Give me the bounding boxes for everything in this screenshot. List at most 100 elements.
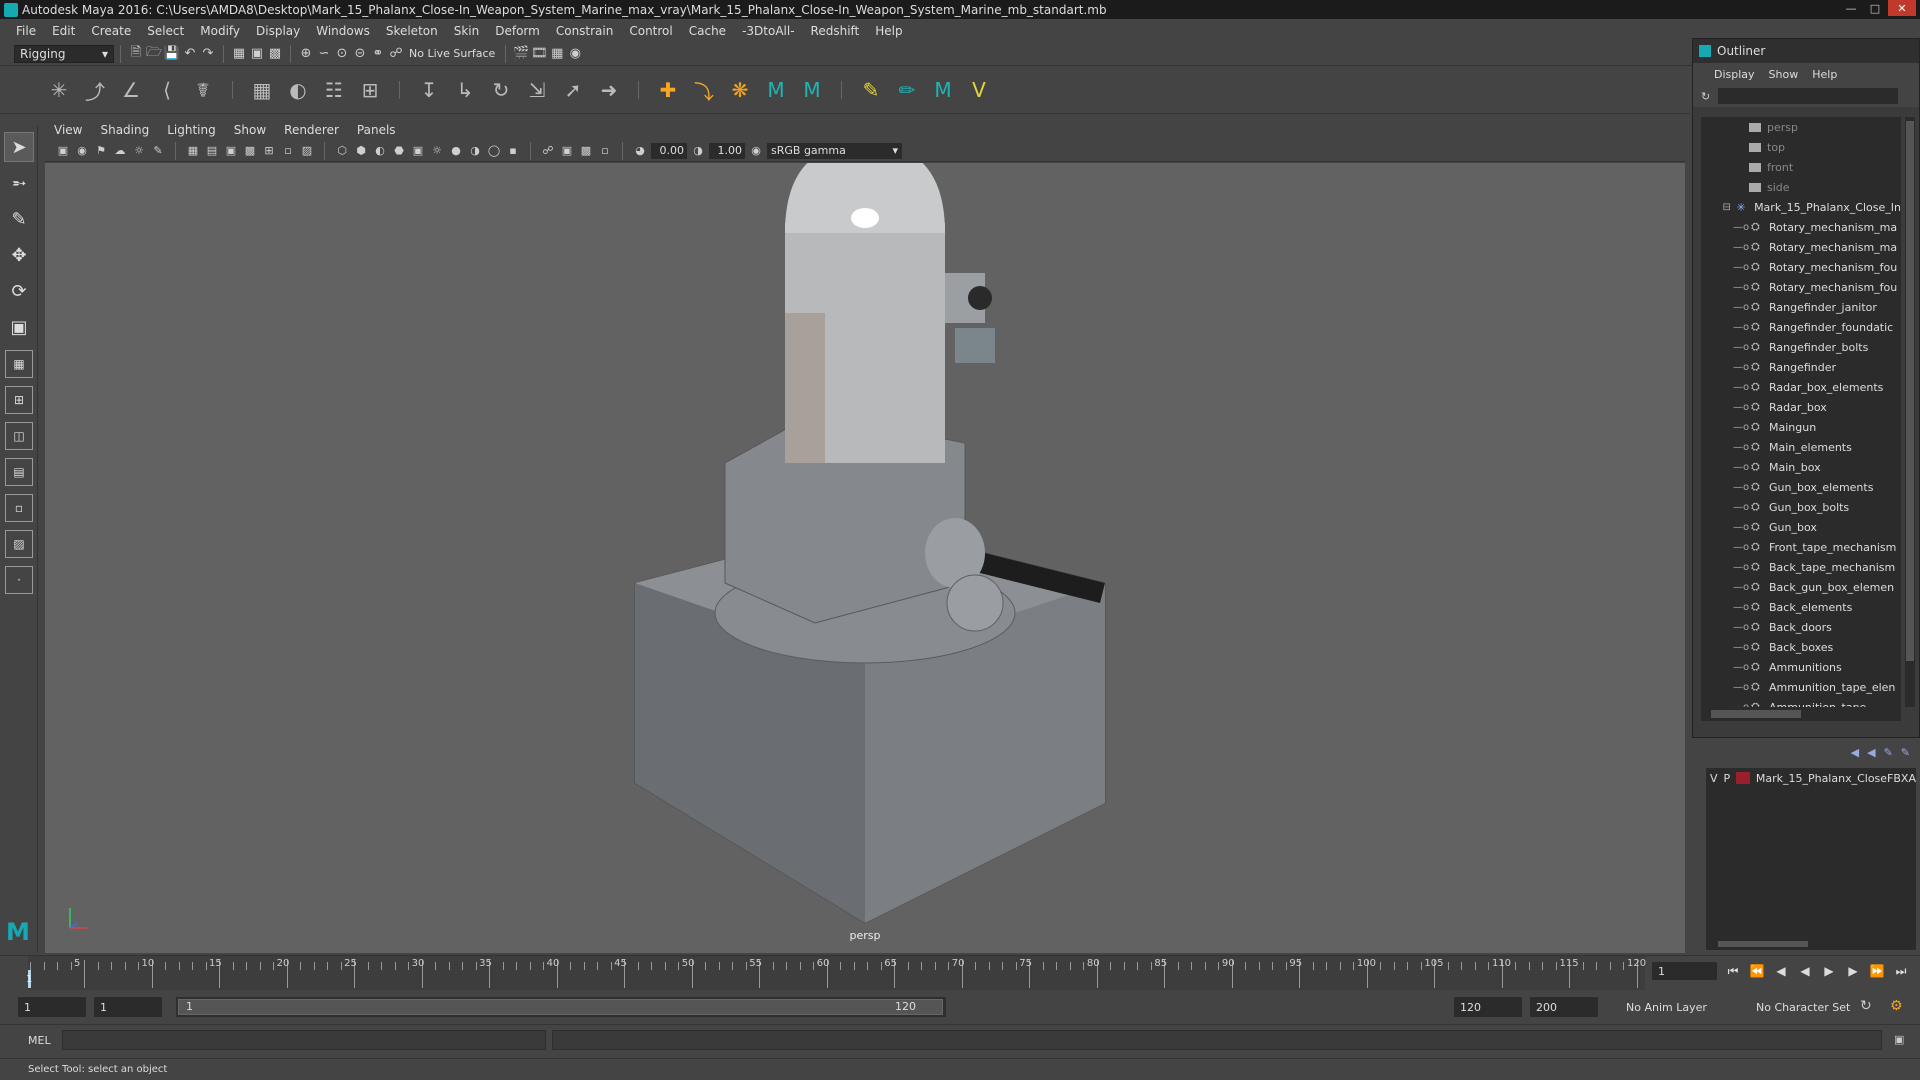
outliner-child-item[interactable]: —o ⛭ Rotary_mechanism_ma	[1701, 237, 1901, 257]
joint-tool-icon[interactable]: ✳	[46, 77, 72, 103]
outliner-child-item[interactable]: —o ⛭ Maingun	[1701, 417, 1901, 437]
new-layer-selected-icon[interactable]: ✎	[1901, 746, 1910, 759]
menu-skin[interactable]: Skin	[446, 24, 488, 38]
ambient-occlusion-icon[interactable]: ●	[448, 143, 464, 159]
command-language-label[interactable]: MEL	[28, 1034, 51, 1047]
maximize-button[interactable]: □	[1864, 0, 1886, 16]
layer-playback-toggle[interactable]: P	[1724, 772, 1731, 785]
outliner-camera-item[interactable]: side	[1701, 177, 1901, 197]
lattice-icon[interactable]: ▦	[249, 77, 275, 103]
move-tool-icon[interactable]: ✥	[4, 240, 34, 270]
viewport-persp[interactable]: persp	[45, 163, 1685, 953]
scroll-thumb[interactable]	[1711, 710, 1801, 718]
pole-vector-icon[interactable]: ➜	[596, 77, 622, 103]
play-forwards-icon[interactable]: ▶	[1821, 963, 1837, 979]
paint-weights-icon[interactable]: ✎	[858, 77, 884, 103]
undo-icon[interactable]: ↶	[181, 45, 199, 63]
smooth-bind-icon[interactable]: ✏	[894, 77, 920, 103]
menu-cache[interactable]: Cache	[681, 24, 734, 38]
hik-icon[interactable]: M	[930, 77, 956, 103]
move-layer-up-icon[interactable]: ◀	[1851, 746, 1859, 759]
layout-single-icon[interactable]: ▦	[5, 350, 33, 378]
viewport-menu-shading[interactable]: Shading	[91, 123, 158, 137]
menu-redshift[interactable]: Redshift	[803, 24, 868, 38]
outliner-child-item[interactable]: —o ⛭ Gun_box_bolts	[1701, 497, 1901, 517]
outliner-child-item[interactable]: —o ⛭ Ammunition_tape_elen	[1701, 677, 1901, 697]
outliner-child-item[interactable]: —o ⛭ Back_boxes	[1701, 637, 1901, 657]
color-space-dropdown[interactable]: sRGB gamma ▾	[767, 142, 902, 159]
outliner-child-item[interactable]: —o ⛭ Rangefinder_janitor	[1701, 297, 1901, 317]
scale-constraint-icon[interactable]: ⇲	[524, 77, 550, 103]
menu-control[interactable]: Control	[621, 24, 680, 38]
outliner-child-item[interactable]: —o ⛭ Ammunition_tape	[1701, 697, 1901, 707]
layer-hscrollbar[interactable]	[1706, 938, 1916, 950]
paint-select-icon[interactable]: ✎	[4, 204, 34, 234]
ik-handle-icon[interactable]: ∠	[118, 77, 144, 103]
menu-modify[interactable]: Modify	[192, 24, 248, 38]
scroll-thumb[interactable]	[1718, 941, 1808, 947]
scale-tool-icon[interactable]: ▣	[4, 312, 34, 342]
resolution-gate-icon[interactable]: ▣	[223, 143, 239, 159]
sculpt-icon[interactable]: ◐	[285, 77, 311, 103]
exposure-field[interactable]: 0.00	[651, 142, 687, 159]
gamma-field[interactable]: 1.00	[709, 142, 745, 159]
outliner-child-item[interactable]: —o ⛭ Radar_box	[1701, 397, 1901, 417]
new-layer-icon[interactable]: ✎	[1884, 746, 1893, 759]
play-backwards-icon[interactable]: ◀	[1797, 963, 1813, 979]
outliner-child-item[interactable]: —o ⛭ Radar_box_elements	[1701, 377, 1901, 397]
move-layer-down-icon[interactable]: ◀	[1867, 746, 1875, 759]
outliner-child-item[interactable]: —o ⛭ Rotary_mechanism_ma	[1701, 217, 1901, 237]
outliner-hscrollbar[interactable]	[1701, 707, 1901, 721]
start-time-field[interactable]: 1	[18, 997, 86, 1017]
outliner-titlebar[interactable]: Outliner	[1693, 39, 1919, 63]
outliner-child-item[interactable]: —o ⛭ Back_doors	[1701, 617, 1901, 637]
menu-display[interactable]: Display	[248, 24, 308, 38]
outliner-child-item[interactable]: —o ⛭ Main_elements	[1701, 437, 1901, 457]
field-chart-icon[interactable]: ⊞	[261, 143, 277, 159]
motion-blur-icon[interactable]: ◑	[467, 143, 483, 159]
command-input[interactable]	[62, 1030, 546, 1050]
step-back-key-icon[interactable]: ⏪	[1749, 963, 1765, 979]
outliner-child-item[interactable]: —o ⛭ Rangefinder_bolts	[1701, 337, 1901, 357]
lasso-tool-icon[interactable]: ➵	[4, 168, 34, 198]
range-slider[interactable]: 1 120	[176, 997, 946, 1017]
go-to-start-icon[interactable]: ⏮	[1725, 963, 1741, 979]
viewport-menu-lighting[interactable]: Lighting	[158, 123, 225, 137]
phalanx-model[interactable]	[585, 163, 1185, 933]
pan-zoom-icon[interactable]: ☼	[131, 143, 147, 159]
outliner-child-item[interactable]: —o ⛭ Main_box	[1701, 457, 1901, 477]
wrap-icon[interactable]: ☷	[321, 77, 347, 103]
collapse-icon[interactable]: ⊟	[1717, 197, 1736, 217]
wireframe-on-shaded-icon[interactable]: ◐	[372, 143, 388, 159]
outliner-child-item[interactable]: —o ⛭ Rotary_mechanism_fou	[1701, 277, 1901, 297]
time-slider-track[interactable]: 5 10 15 20 25 30 35 40 45 50 55 60 65 70 75 80 85 90 95 100…	[28, 956, 1646, 990]
hypershade-icon[interactable]: ◉	[566, 45, 584, 63]
select-tool-icon[interactable]: ➤	[4, 132, 34, 162]
step-back-frame-icon[interactable]: ◀	[1773, 963, 1789, 979]
v-tool-icon[interactable]: V	[966, 77, 992, 103]
current-frame-field[interactable]: 1	[1652, 962, 1717, 980]
film-gate-icon[interactable]: ▤	[204, 143, 220, 159]
wireframe-icon[interactable]: ⬡	[334, 143, 350, 159]
cluster-icon[interactable]: ⊞	[357, 77, 383, 103]
render-frame-icon[interactable]: 🎬	[512, 45, 530, 63]
step-forward-frame-icon[interactable]: ▶	[1845, 963, 1861, 979]
preferences-icon[interactable]: ⚙	[1890, 998, 1903, 1014]
select-hierarchy-icon[interactable]: ▦	[230, 45, 248, 63]
scroll-thumb[interactable]	[1906, 121, 1914, 661]
bookmark-icon[interactable]: ⚑	[93, 143, 109, 159]
camera-icon[interactable]: ▣	[55, 143, 71, 159]
viewport-menu-renderer[interactable]: Renderer	[275, 123, 348, 137]
redo-icon[interactable]: ↷	[199, 45, 217, 63]
outliner-child-item[interactable]: —o ⛭ Back_gun_box_elemen	[1701, 577, 1901, 597]
close-button[interactable]: ✕	[1888, 0, 1916, 16]
auto-key-icon[interactable]: ↻	[1860, 998, 1872, 1014]
outliner-child-item[interactable]: —o ⛭ Gun_box	[1701, 517, 1901, 537]
go-to-end-icon[interactable]: ⏭	[1893, 963, 1909, 979]
outliner-menu-help[interactable]: Help	[1805, 68, 1844, 81]
exposure-icon[interactable]: ◕	[632, 143, 648, 159]
snap-grid-icon[interactable]: ⊕	[297, 45, 315, 63]
rotate-tool-icon[interactable]: ⟳	[4, 276, 34, 306]
layer-visibility-toggle[interactable]: V	[1710, 772, 1718, 785]
outliner-camera-item[interactable]: persp	[1701, 117, 1901, 137]
